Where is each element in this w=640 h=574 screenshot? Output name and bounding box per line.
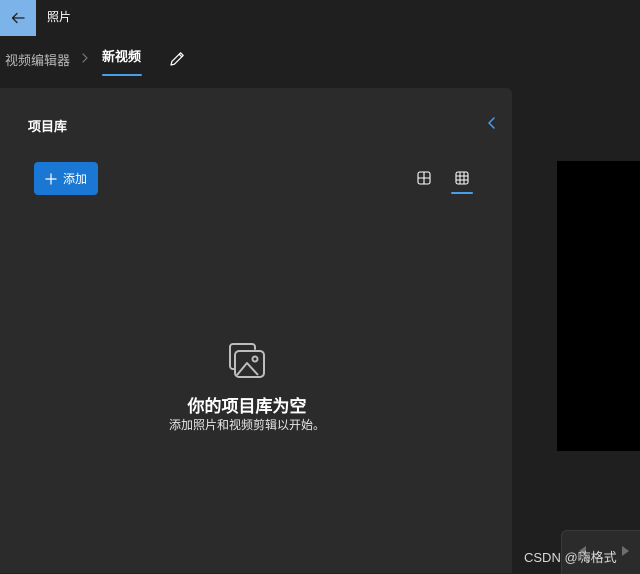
rename-button[interactable] [166,48,188,70]
empty-state-title: 你的项目库为空 [187,397,307,417]
breadcrumb-current[interactable]: 新视频 [102,46,141,65]
arrow-left-icon [11,12,25,24]
back-button[interactable] [0,0,36,36]
chevron-right-icon [82,53,88,63]
breadcrumb-current-indicator [102,74,142,76]
breadcrumb-root[interactable]: 视频编辑器 [5,50,70,69]
plus-icon [45,173,57,184]
next-icon[interactable] [620,545,632,557]
panel-title: 项目库 [28,120,68,135]
selected-view-indicator [451,192,473,194]
breadcrumb: 视频编辑器 新视频 [0,36,640,82]
project-library-panel: 项目库 添加 你的项目库为空 添加照片和视频剪辑以开始。 [0,88,512,573]
watermark: CSDN @嗨格式 [524,550,617,565]
collapse-panel-button[interactable] [483,114,501,132]
video-preview [557,161,640,451]
grid-3x3-icon [455,171,469,185]
title-bar: 照片 [0,0,640,36]
large-thumbnails-view-button[interactable] [413,167,435,189]
empty-state-subtitle: 添加照片和视频剪辑以开始。 [168,418,325,432]
media-library-icon [229,343,265,378]
grid-2x2-icon [417,171,431,185]
add-media-button[interactable]: 添加 [34,162,98,195]
chevron-left-icon [488,117,495,129]
small-thumbnails-view-button[interactable] [451,167,473,189]
add-media-label: 添加 [62,172,87,186]
pencil-icon [170,52,184,66]
app-title: 照片 [47,10,72,24]
